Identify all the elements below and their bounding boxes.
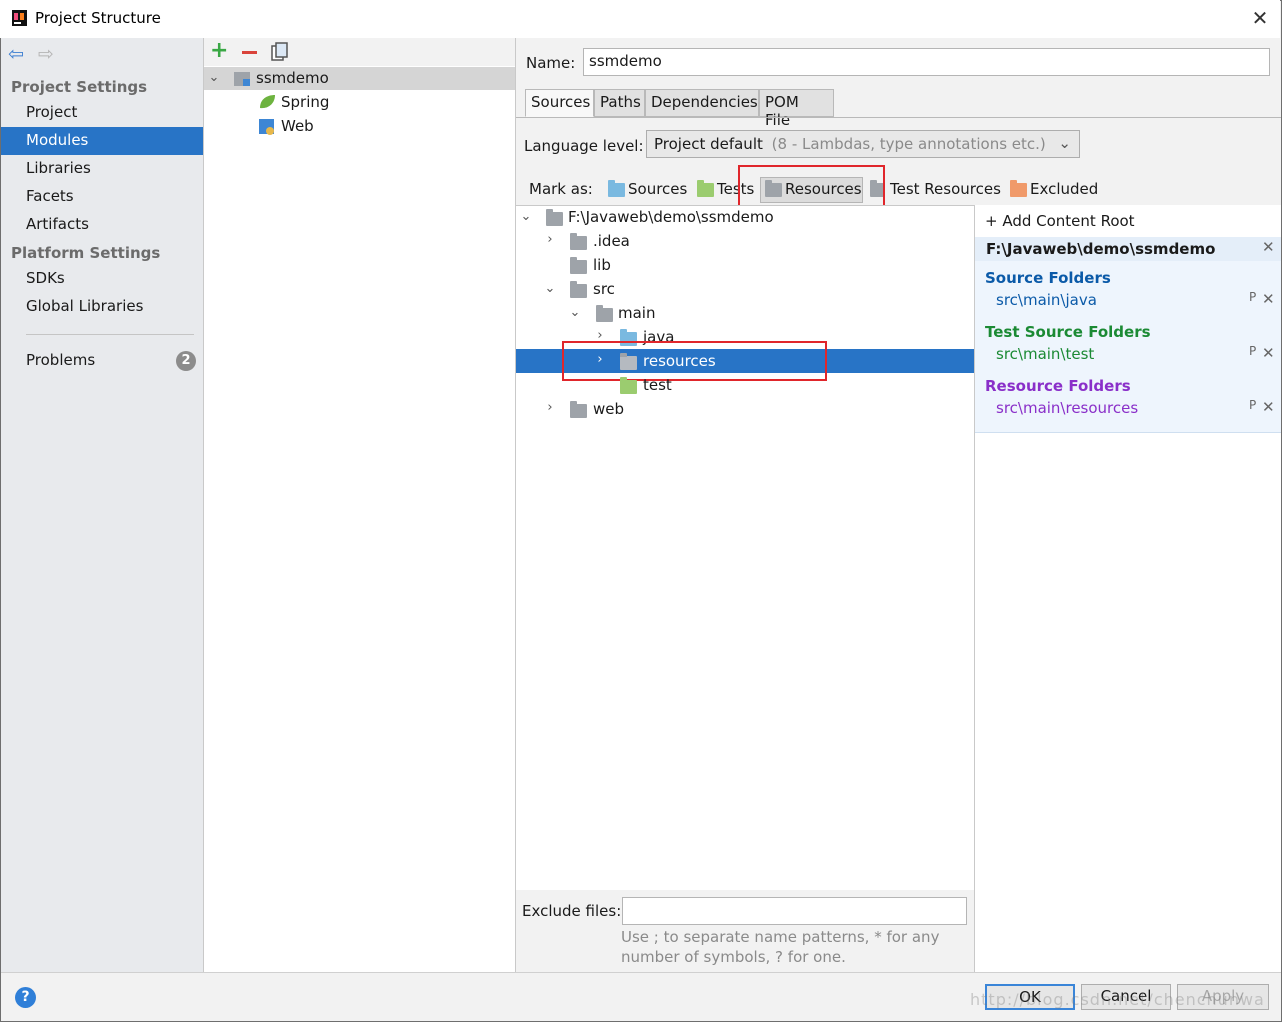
sidebar-item-modules[interactable]: Modules bbox=[26, 131, 88, 149]
help-icon[interactable]: ? bbox=[15, 987, 36, 1008]
highlight-box-resources bbox=[738, 165, 885, 210]
folder-icon bbox=[620, 377, 637, 398]
title-bar bbox=[0, 0, 1280, 38]
tab-sources[interactable]: Sources bbox=[525, 89, 594, 117]
mark-tests-icon bbox=[697, 180, 714, 201]
chevron-right-icon[interactable]: › bbox=[543, 400, 557, 415]
watermark: http://blog.csdn.net/chenchunwa bbox=[970, 990, 1265, 1009]
module-ssmdemo[interactable]: ssmdemo bbox=[256, 69, 329, 87]
tab-pom-file[interactable]: POM File bbox=[759, 89, 834, 129]
settings-sidebar bbox=[1, 38, 203, 972]
add-content-root-button[interactable]: + Add Content Root bbox=[985, 212, 1135, 230]
modules-pane bbox=[204, 38, 515, 972]
project-settings-heading: Project Settings bbox=[11, 78, 148, 96]
tree-root[interactable]: F:\Javaweb\demo\ssmdemo bbox=[568, 208, 774, 226]
resource-folders-title: Resource Folders bbox=[985, 377, 1131, 395]
language-level-label: Language level: bbox=[524, 137, 644, 155]
facet-spring[interactable]: Spring bbox=[281, 93, 329, 111]
mark-excluded-icon bbox=[1010, 180, 1027, 201]
sidebar-item-artifacts[interactable]: Artifacts bbox=[26, 215, 89, 233]
name-field[interactable]: ssmdemo bbox=[583, 48, 1270, 76]
mark-excluded-button[interactable]: Excluded bbox=[1030, 180, 1098, 198]
folder-icon bbox=[570, 257, 587, 278]
sidebar-item-project[interactable]: Project bbox=[26, 103, 77, 121]
web-facet-icon bbox=[259, 119, 274, 135]
name-label: Name: bbox=[526, 54, 576, 72]
edit-properties-icon[interactable]: P bbox=[1249, 290, 1256, 304]
close-icon[interactable]: ✕ bbox=[1262, 344, 1275, 362]
language-level-select[interactable]: Project default (8 - Lambdas, type annot… bbox=[646, 130, 1080, 158]
tree-node-main[interactable]: main bbox=[618, 304, 655, 322]
chevron-down-icon: ⌄ bbox=[1058, 134, 1071, 152]
remove-icon[interactable] bbox=[242, 51, 257, 54]
tree-node-src[interactable]: src bbox=[593, 280, 615, 298]
language-level-hint: (8 - Lambdas, type annotations etc.) bbox=[771, 135, 1046, 153]
source-folders-title: Source Folders bbox=[985, 269, 1111, 287]
language-level-value: Project default bbox=[654, 135, 763, 153]
back-arrow-icon[interactable]: ⇦ bbox=[8, 43, 24, 65]
tabs-underline bbox=[516, 117, 1281, 118]
edit-properties-icon[interactable]: P bbox=[1249, 398, 1256, 412]
exclude-files-label: Exclude files: bbox=[522, 902, 622, 920]
tab-dependencies[interactable]: Dependencies bbox=[645, 89, 759, 117]
sidebar-item-problems[interactable]: Problems bbox=[26, 351, 95, 369]
sidebar-item-sdks[interactable]: SDKs bbox=[26, 269, 65, 287]
folder-icon bbox=[570, 281, 587, 302]
chevron-down-icon[interactable]: ⌄ bbox=[207, 70, 221, 85]
chevron-down-icon[interactable]: ⌄ bbox=[519, 209, 533, 224]
folder-tree bbox=[516, 205, 974, 890]
folder-icon bbox=[570, 401, 587, 422]
close-icon[interactable]: ✕ bbox=[1248, 6, 1272, 30]
resource-folder-path: src\main\resources bbox=[996, 399, 1139, 417]
tree-node-idea[interactable]: .idea bbox=[593, 232, 630, 250]
spring-leaf-icon bbox=[260, 95, 275, 109]
sidebar-item-global-libraries[interactable]: Global Libraries bbox=[26, 297, 143, 315]
folder-icon bbox=[546, 209, 563, 230]
module-icon bbox=[234, 72, 250, 86]
chevron-right-icon[interactable]: › bbox=[543, 232, 557, 247]
chevron-down-icon[interactable]: ⌄ bbox=[543, 281, 557, 296]
exclude-hint-line1: Use ; to separate name patterns, * for a… bbox=[621, 928, 940, 946]
intellij-icon bbox=[12, 10, 27, 26]
exclude-files-field[interactable] bbox=[622, 897, 967, 925]
window-title: Project Structure bbox=[35, 9, 161, 27]
problems-count-badge: 2 bbox=[176, 351, 196, 371]
source-folder-path: src\main\java bbox=[996, 291, 1097, 309]
tree-node-test[interactable]: test bbox=[643, 376, 672, 394]
tree-node-lib[interactable]: lib bbox=[593, 256, 611, 274]
exclude-hint-line2: number of symbols, ? for one. bbox=[621, 948, 846, 966]
platform-settings-heading: Platform Settings bbox=[11, 244, 161, 262]
folder-icon bbox=[596, 305, 613, 326]
module-selection bbox=[204, 67, 515, 90]
sidebar-divider bbox=[26, 334, 194, 335]
forward-arrow-icon[interactable]: ⇨ bbox=[38, 43, 54, 65]
test-folder-path: src\main\test bbox=[996, 345, 1095, 363]
mark-test-resources-button[interactable]: Test Resources bbox=[890, 180, 1001, 198]
mark-as-label: Mark as: bbox=[529, 180, 593, 198]
mark-sources-icon bbox=[608, 180, 625, 201]
sidebar-item-libraries[interactable]: Libraries bbox=[26, 159, 91, 177]
chevron-down-icon[interactable]: ⌄ bbox=[568, 305, 582, 320]
tree-node-web[interactable]: web bbox=[593, 400, 624, 418]
highlight-box-folder bbox=[562, 341, 827, 381]
close-icon[interactable]: ✕ bbox=[1262, 398, 1275, 416]
close-icon[interactable]: ✕ bbox=[1262, 290, 1275, 308]
copy-icon[interactable] bbox=[271, 42, 289, 62]
content-root-path: F:\Javaweb\demo\ssmdemo bbox=[986, 240, 1216, 258]
close-icon[interactable]: ✕ bbox=[1262, 238, 1275, 256]
folder-icon bbox=[570, 233, 587, 254]
add-icon[interactable]: + bbox=[210, 39, 228, 63]
test-folders-title: Test Source Folders bbox=[985, 323, 1151, 341]
sidebar-item-facets[interactable]: Facets bbox=[26, 187, 74, 205]
edit-properties-icon[interactable]: P bbox=[1249, 344, 1256, 358]
facet-web[interactable]: Web bbox=[281, 117, 314, 135]
mark-sources-button[interactable]: Sources bbox=[628, 180, 687, 198]
tab-paths[interactable]: Paths bbox=[594, 89, 645, 117]
